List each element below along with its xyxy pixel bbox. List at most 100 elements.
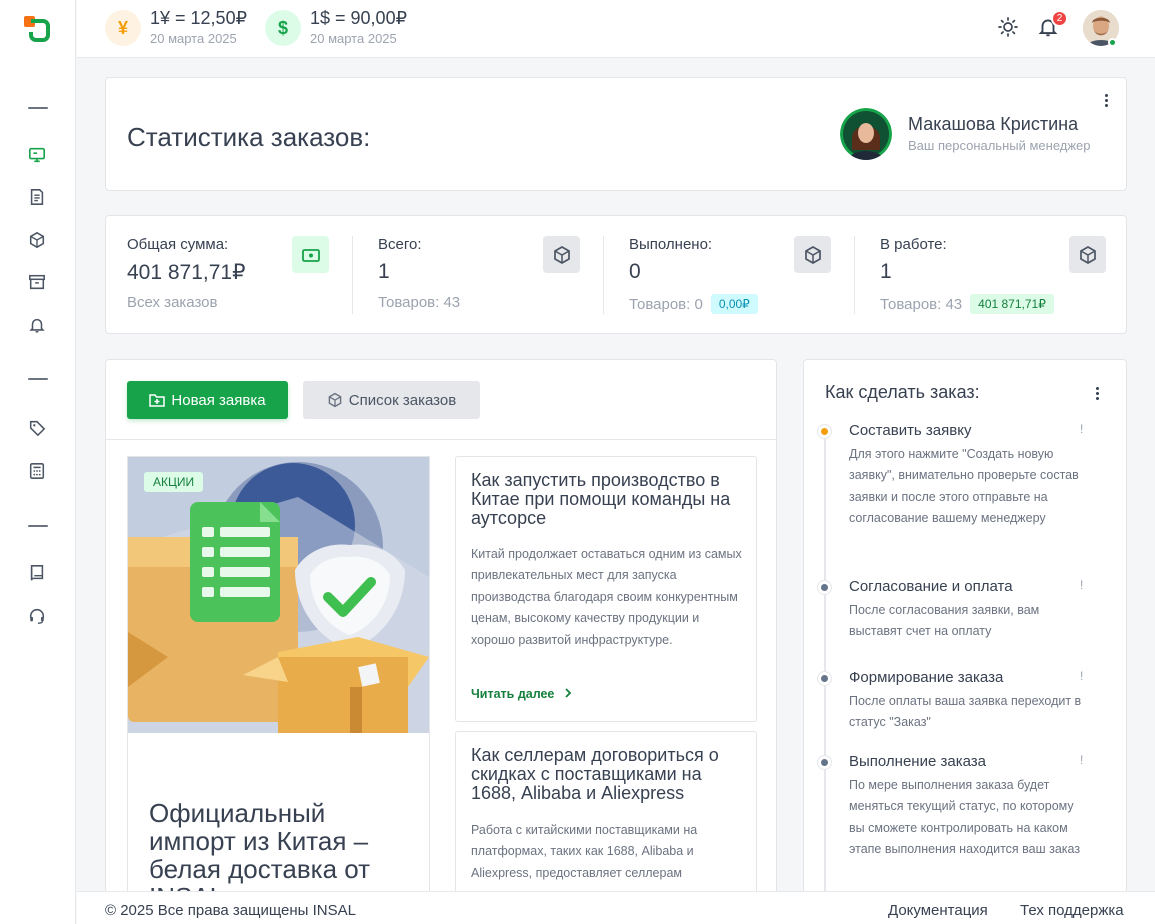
copyright: © 2025 Все права защищены INSAL	[105, 902, 356, 919]
currency-rate-usd: $ 1$ = 90,00₽ 20 марта 2025	[265, 8, 407, 48]
more-options-button[interactable]	[1099, 90, 1113, 110]
read-more-label: Читать далее	[471, 687, 555, 701]
online-status-indicator	[1108, 38, 1117, 47]
notifications-button[interactable]: 2	[1036, 10, 1068, 39]
calculator-icon	[29, 463, 45, 479]
article-excerpt: Китай продолжает оставаться одним из сам…	[471, 547, 742, 647]
page-title: Статистика заказов:	[127, 122, 371, 152]
currency-rate-cny: ¥ 1¥ = 12,50₽ 20 марта 2025	[105, 8, 247, 48]
more-options-button[interactable]	[1090, 383, 1104, 403]
sidebar-item-requests[interactable]	[26, 186, 48, 208]
stat-value: 1	[880, 260, 892, 283]
article-title: Как селлерам договориться о скидках с по…	[471, 745, 719, 803]
yuan-icon: ¥	[105, 10, 141, 46]
stat-total-sum: Общая сумма: 401 871,71₽ Всех заказов	[127, 216, 357, 334]
sidebar-item-orders[interactable]	[26, 229, 48, 251]
documentation-link[interactable]: Документация	[888, 902, 988, 919]
archive-icon	[29, 274, 45, 290]
box-icon	[1069, 236, 1106, 273]
stat-completed: Выполнено: 0 Товаров: 0 0,00₽	[629, 216, 859, 334]
support-link[interactable]: Тех поддержка	[1020, 902, 1124, 919]
sidebar-item-support[interactable]	[26, 605, 48, 627]
rate-date: 20 марта 2025	[150, 31, 237, 46]
orders-list-button[interactable]: Список заказов	[303, 381, 480, 419]
box-icon	[29, 231, 45, 249]
rate-value: 1¥ = 12,50₽	[150, 8, 248, 28]
step-dot	[818, 756, 831, 769]
top-bar: ¥ 1¥ = 12,50₽ 20 марта 2025 $ 1$ = 90,00…	[77, 0, 1155, 58]
new-request-button[interactable]: Новая заявка	[127, 381, 288, 419]
step-description: По мере выполнения заказа будет меняться…	[849, 778, 1081, 857]
stat-label: Всего:	[378, 236, 422, 253]
document-icon	[30, 189, 44, 205]
money-icon	[292, 236, 329, 273]
order-stats-card: Общая сумма: 401 871,71₽ Всех заказов Вс…	[105, 215, 1127, 334]
tag-icon	[29, 420, 46, 437]
divider	[106, 439, 776, 440]
sidebar-divider	[28, 107, 48, 109]
info-icon[interactable]: !	[1080, 669, 1083, 683]
stat-subtext-row: Товаров: 43 401 871,71₽	[880, 294, 1054, 314]
step-dot	[818, 672, 831, 685]
logo[interactable]	[24, 16, 50, 42]
stats-header-card: Статистика заказов: Макашова Кристина Ва…	[105, 77, 1127, 191]
step-description: После оплаты ваша заявка переходит в ста…	[849, 694, 1082, 730]
chevron-right-icon	[564, 687, 572, 701]
stat-subtext-row: Товаров: 0 0,00₽	[629, 294, 758, 314]
article-card[interactable]: Как селлерам договориться о скидках с по…	[455, 731, 757, 898]
manager-role: Ваш персональный менеджер	[908, 138, 1091, 153]
timeline-line	[824, 430, 826, 898]
divider	[352, 236, 353, 314]
sidebar-divider	[28, 525, 48, 527]
dollar-icon: $	[265, 10, 301, 46]
info-icon[interactable]: !	[1080, 753, 1083, 767]
stat-label: Общая сумма:	[127, 236, 229, 253]
box-icon	[794, 236, 831, 273]
step-title: Выполнение заказа	[849, 753, 986, 770]
stat-total-orders: Всего: 1 Товаров: 43	[378, 216, 608, 334]
stat-subtext: Товаров: 43	[378, 294, 461, 311]
content-card: Новая заявка Список заказов АКЦИИ Официа…	[105, 359, 777, 899]
sidebar-item-archive[interactable]	[26, 271, 48, 293]
article-title: Как запустить производство в Китае при п…	[471, 470, 731, 528]
info-icon[interactable]: !	[1080, 578, 1083, 592]
step-dot	[818, 425, 831, 438]
sidebar-item-knowledge[interactable]	[26, 562, 48, 584]
stat-value: 401 871,71₽	[127, 261, 246, 284]
sidebar-item-dashboard[interactable]	[26, 144, 48, 166]
info-icon[interactable]: !	[1080, 422, 1083, 436]
article-excerpt: Работа с китайскими поставщиками на плат…	[471, 823, 698, 880]
new-request-label: Новая заявка	[171, 391, 266, 409]
promo-card[interactable]: АКЦИИ Официальный импорт из Китая – бела…	[127, 456, 430, 896]
promo-image	[128, 457, 429, 733]
article-card[interactable]: Как запустить производство в Китае при п…	[455, 456, 757, 722]
amount-badge: 401 871,71₽	[970, 294, 1054, 314]
stat-label: Выполнено:	[629, 236, 713, 253]
sidebar-divider	[28, 378, 48, 380]
promo-title: Официальный импорт из Китая – белая дост…	[149, 798, 371, 895]
sidebar-item-tags[interactable]	[26, 417, 48, 439]
step-title: Составить заявку	[849, 422, 972, 439]
step-description: Для этого нажмите "Создать новую заявку"…	[849, 447, 1079, 526]
stat-subtext: Товаров: 0	[629, 296, 703, 313]
footer: © 2025 Все права защищены INSAL Документ…	[77, 891, 1155, 924]
headset-icon	[29, 608, 45, 624]
read-more-link[interactable]: Читать далее	[471, 687, 572, 701]
how-to-title: Как сделать заказ:	[825, 382, 980, 402]
sun-icon	[998, 17, 1018, 37]
manager-avatar	[840, 108, 892, 160]
how-to-order-card: Как сделать заказ: Составить заявку ! Дл…	[803, 359, 1127, 899]
sidebar-item-calculator[interactable]	[26, 460, 48, 482]
manager-name: Макашова Кристина	[908, 114, 1079, 134]
stat-subtext: Всех заказов	[127, 294, 218, 311]
promo-tag: АКЦИИ	[144, 472, 204, 492]
theme-toggle-button[interactable]	[996, 15, 1020, 39]
sidebar-item-notifications[interactable]	[26, 314, 48, 336]
step-title: Согласование и оплата	[849, 578, 1013, 595]
step-description: После согласования заявки, вам выставят …	[849, 603, 1040, 639]
bell-icon	[29, 318, 45, 333]
stat-value: 1	[378, 260, 390, 283]
box-icon	[543, 236, 580, 273]
orders-list-label: Список заказов	[348, 391, 457, 409]
rate-date: 20 марта 2025	[310, 31, 397, 46]
